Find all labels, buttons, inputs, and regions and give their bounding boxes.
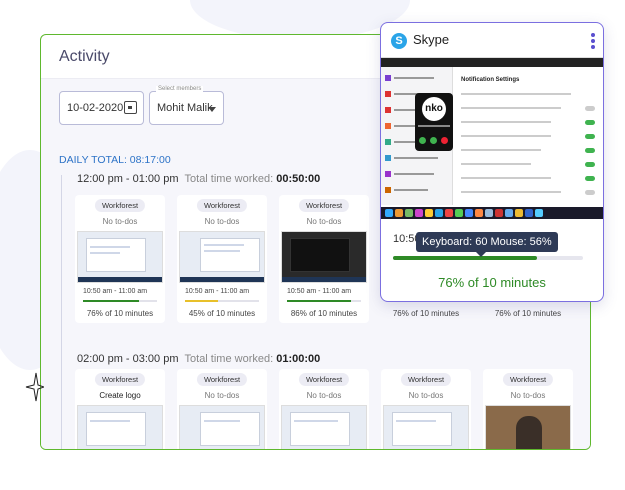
caller-avatar: nko: [422, 97, 446, 121]
date-picker[interactable]: 10-02-2020: [59, 91, 144, 125]
sparkle-icon: [25, 372, 44, 402]
skype-logo-icon: S: [391, 33, 407, 49]
activity-percent: 76% of 10 minutes: [86, 309, 154, 318]
activity-card[interactable]: Workforest Create logo: [75, 369, 165, 449]
todo-text: No to-dos: [204, 217, 240, 226]
project-tag: Workforest: [94, 199, 146, 212]
member-select-value: Mohit Malik: [157, 102, 213, 114]
notification-settings-heading: Notification Settings: [461, 77, 520, 83]
member-select[interactable]: Select members Mohit Malik: [149, 86, 224, 125]
skype-activity-percent: 76% of 10 minutes: [438, 275, 546, 290]
slot-total: 00:50:00: [276, 173, 321, 185]
todo-text: No to-dos: [510, 391, 546, 400]
activity-percent: 76% of 10 minutes: [494, 309, 562, 318]
activity-percent: 45% of 10 minutes: [188, 309, 256, 318]
slot-heading: 12:00 pm - 01:00 pm Total time worked: 00…: [77, 173, 320, 185]
activity-percent: 76% of 10 minutes: [392, 309, 460, 318]
screenshot-thumbnail[interactable]: [281, 405, 367, 449]
activity-card[interactable]: Workforest No to-dos: [381, 369, 471, 449]
activity-card[interactable]: Workforest No to-dos: [483, 369, 573, 449]
todo-text: No to-dos: [408, 391, 444, 400]
todo-text: No to-dos: [204, 391, 240, 400]
activity-progress: [83, 300, 157, 302]
member-select-label: Select members: [156, 86, 204, 92]
project-tag: Workforest: [196, 199, 248, 212]
card-time: 10:50 am - 11:00 am: [287, 288, 352, 295]
slot-total: 01:00:00: [276, 353, 321, 365]
screenshot-thumbnail[interactable]: [77, 405, 163, 449]
skype-screenshot[interactable]: Notification Settings nko: [381, 57, 603, 243]
more-options-icon[interactable]: [591, 33, 595, 49]
slot-total-label: Total time worked:: [184, 353, 274, 365]
todo-text: No to-dos: [306, 217, 342, 226]
card-time: 10:50 am - 11:00 am: [185, 288, 250, 295]
project-tag: Workforest: [94, 373, 146, 386]
activity-card[interactable]: Workforest No to-dos 10:50 am - 11:00 am…: [279, 195, 369, 323]
activity-progress: [287, 300, 361, 302]
todo-text: No to-dos: [102, 217, 138, 226]
slot-total-label: Total time worked:: [184, 173, 274, 185]
taskbar-dock: [381, 207, 603, 219]
popup-app-title: Skype: [413, 32, 450, 47]
chevron-down-icon: [208, 107, 216, 112]
screenshot-thumbnail[interactable]: [281, 231, 367, 283]
project-tag: Workforest: [400, 373, 452, 386]
activity-card[interactable]: Workforest No to-dos 10:50 am - 11:00 am…: [75, 195, 165, 323]
project-tag: Workforest: [298, 199, 350, 212]
date-value: 10-02-2020: [67, 102, 124, 114]
todo-text: No to-dos: [306, 391, 342, 400]
activity-card[interactable]: Workforest No to-dos: [279, 369, 369, 449]
page-title: Activity: [59, 48, 110, 65]
activity-card[interactable]: Workforest No to-dos: [177, 369, 267, 449]
slot-range: 02:00 pm - 03:00 pm: [77, 353, 179, 365]
timeline-line: [61, 175, 62, 449]
activity-tooltip: Keyboard: 60 Mouse: 56%: [416, 232, 558, 257]
calendar-icon: [124, 101, 137, 114]
skype-activity-progress: [393, 256, 583, 260]
skype-activity-popup: S Skype Notification Settings nko 10:50 …: [380, 22, 604, 302]
todo-text: Create logo: [99, 391, 141, 400]
daily-total: DAILY TOTAL: 08:17:00: [59, 154, 171, 166]
slot-heading: 02:00 pm - 03:00 pm Total time worked: 01…: [77, 353, 320, 365]
activity-progress: [185, 300, 259, 302]
screenshot-thumbnail[interactable]: [179, 231, 265, 283]
activity-card[interactable]: Workforest No to-dos 10:50 am - 11:00 am…: [177, 195, 267, 323]
activity-percent: 86% of 10 minutes: [290, 309, 358, 318]
screenshot-thumbnail[interactable]: [179, 405, 265, 449]
project-tag: Workforest: [502, 373, 554, 386]
screenshot-thumbnail[interactable]: [485, 405, 571, 449]
screenshot-thumbnail[interactable]: [77, 231, 163, 283]
incoming-call-overlay: nko: [415, 93, 453, 151]
project-tag: Workforest: [196, 373, 248, 386]
slot-range: 12:00 pm - 01:00 pm: [77, 173, 179, 185]
card-time: 10:50 am - 11:00 am: [83, 288, 148, 295]
project-tag: Workforest: [298, 373, 350, 386]
screenshot-thumbnail[interactable]: [383, 405, 469, 449]
